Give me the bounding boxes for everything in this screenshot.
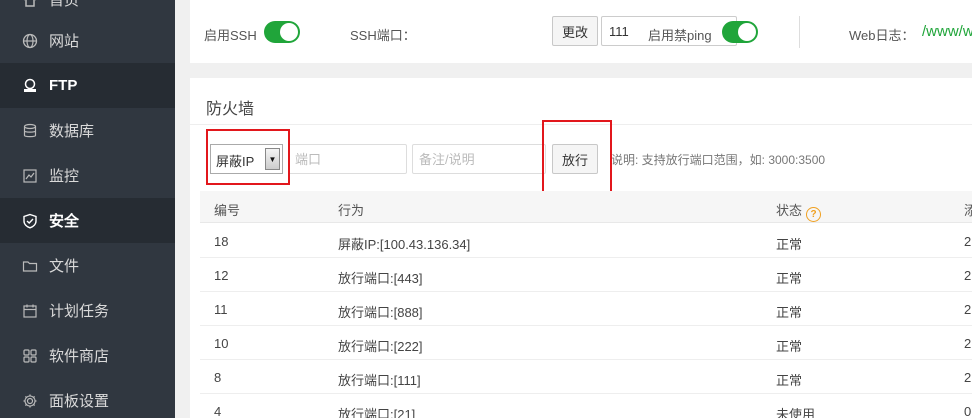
cell-id: 11: [214, 302, 228, 317]
column-header-added: 添: [964, 203, 972, 218]
cell-action: 放行端口:[222]: [338, 339, 423, 354]
ping-toggle-label: 启用禁ping: [648, 28, 712, 43]
change-port-button[interactable]: 更改: [552, 16, 598, 46]
column-header-action: 行为: [338, 203, 365, 218]
sidebar-item-label: 首页: [49, 0, 80, 9]
monitor-icon: [22, 168, 38, 184]
folder-icon: [22, 258, 38, 274]
globe-icon: [22, 33, 38, 49]
weblog-path-link[interactable]: /www/w: [922, 23, 972, 40]
sidebar-item-websites[interactable]: 网站: [0, 18, 175, 63]
column-header-status-label: 状态: [776, 203, 803, 218]
cell-action: 放行端口:[443]: [338, 271, 423, 286]
sidebar-item-label: 网站: [49, 33, 80, 50]
sidebar-item-security[interactable]: 安全: [0, 198, 175, 243]
sidebar-item-ftp[interactable]: FTP: [0, 63, 175, 108]
cell-added: 2: [964, 370, 972, 385]
sidebar-item-database[interactable]: 数据库: [0, 108, 175, 153]
table-header: 编号 行为 状态? 添: [200, 191, 972, 223]
sidebar-item-label: 文件: [49, 258, 80, 275]
cell-id: 8: [214, 370, 222, 385]
table-row: 10 放行端口:[222] 正常 2: [200, 326, 972, 360]
database-icon: [22, 123, 38, 139]
cell-added: 2: [964, 234, 972, 249]
sidebar-item-label: 数据库: [49, 123, 95, 140]
sidebar-item-files[interactable]: 文件: [0, 243, 175, 288]
sidebar-item-label: 面板设置: [49, 393, 110, 410]
sidebar-item-label: 计划任务: [49, 303, 110, 320]
cell-action: 屏蔽IP:[100.43.136.34]: [338, 237, 471, 252]
ssh-toggle-label: 启用SSH: [204, 28, 257, 43]
shield-icon: [22, 213, 38, 229]
highlight-box-select: [206, 129, 290, 185]
cell-added: 2: [964, 302, 972, 317]
ssh-port-label: SSH端口：: [350, 28, 416, 43]
sidebar-item-label: FTP: [49, 77, 78, 94]
table-row: 12 放行端口:[443] 正常 2: [200, 258, 972, 292]
cell-id: 10: [214, 336, 229, 351]
cell-added: 2: [964, 336, 972, 351]
column-header-id: 编号: [214, 203, 241, 218]
table-row: 4 放行端口:[21] 未使用 0: [200, 394, 972, 418]
cell-action: 放行端口:[21]: [338, 407, 416, 418]
sidebar: 首页 网站 FTP 数据库 监控 安全 文件 计划任务 软件商店 面板设置: [0, 0, 175, 418]
cell-action: 放行端口:[111]: [338, 373, 421, 388]
firewall-title: 防火墙: [206, 101, 255, 118]
sidebar-item-store[interactable]: 软件商店: [0, 333, 175, 378]
sidebar-item-label: 安全: [49, 213, 80, 230]
note-input[interactable]: [412, 144, 546, 174]
ping-toggle[interactable]: [722, 21, 758, 43]
sidebar-item-cron[interactable]: 计划任务: [0, 288, 175, 333]
table-row: 8 放行端口:[111] 正常 2: [200, 360, 972, 394]
cell-action: 放行端口:[888]: [338, 305, 423, 320]
cell-added: 0: [964, 404, 972, 418]
cell-status: 正常: [776, 373, 803, 388]
cell-status: 正常: [776, 237, 803, 252]
calendar-icon: [22, 303, 38, 319]
sidebar-item-settings[interactable]: 面板设置: [0, 378, 175, 418]
cell-added: 2: [964, 268, 972, 283]
gear-icon: [22, 393, 38, 409]
sidebar-item-label: 监控: [49, 168, 80, 185]
cell-status: 正常: [776, 271, 803, 286]
ssh-toggle[interactable]: [264, 21, 300, 43]
table-row: 18 屏蔽IP:[100.43.136.34] 正常 2: [200, 224, 972, 258]
firewall-panel: 防火墙 屏蔽IP ▼ 放行 说明: 支持放行端口范围，如: 3000:3500 …: [190, 78, 972, 418]
sidebar-item-monitor[interactable]: 监控: [0, 153, 175, 198]
table-row: 11 放行端口:[888] 正常 2: [200, 292, 972, 326]
column-header-status: 状态?: [776, 200, 822, 222]
cell-id: 4: [214, 404, 222, 418]
cell-status: 未使用: [776, 407, 816, 418]
ftp-icon: [22, 78, 38, 94]
grid-icon: [22, 348, 38, 364]
cell-id: 12: [214, 268, 229, 283]
weblog-label: Web日志：: [849, 28, 915, 43]
sidebar-item-label: 软件商店: [49, 348, 110, 365]
cell-id: 18: [214, 234, 229, 249]
port-input[interactable]: [288, 144, 407, 174]
divider: [799, 16, 800, 48]
cell-status: 正常: [776, 339, 803, 354]
help-icon[interactable]: ?: [806, 207, 822, 222]
cell-status: 正常: [776, 305, 803, 320]
highlight-box-release: [542, 120, 612, 194]
home-icon: [22, 0, 38, 8]
ssh-settings-panel: 启用SSH SSH端口： 更改 启用禁ping Web日志： /www/w: [190, 0, 972, 63]
hint-text: 说明: 支持放行端口范围，如: 3000:3500: [611, 153, 826, 167]
